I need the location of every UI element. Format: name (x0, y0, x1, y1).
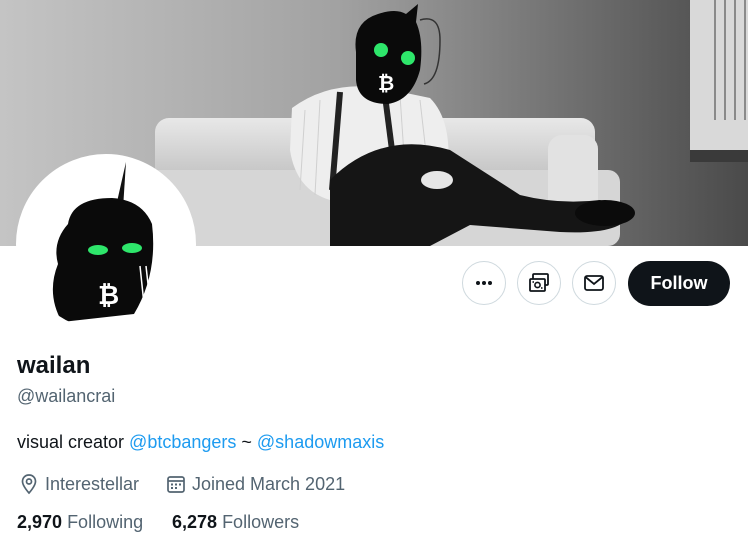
location-pin-icon (21, 474, 37, 495)
followers-link[interactable]: 6,278 Followers (172, 512, 299, 533)
location-text: Interestellar (45, 473, 140, 494)
display-name: wailan (17, 352, 91, 379)
svg-text:₿: ₿ (378, 71, 394, 95)
followers-label: Followers (222, 512, 300, 532)
svg-text:₿: ₿ (98, 281, 119, 311)
following-label: Following (67, 512, 144, 532)
subscribe-icon (529, 273, 549, 292)
envelope-icon (584, 275, 604, 291)
message-button[interactable] (572, 261, 616, 305)
user-handle: @wailancrai (17, 386, 116, 406)
avatar-image: ₿ (20, 158, 192, 330)
follow-button[interactable]: Follow (628, 261, 730, 306)
calendar-icon (167, 476, 185, 493)
following-link[interactable]: 2,970 Following (17, 512, 143, 533)
more-icon (476, 281, 492, 285)
bio-mention-shadowmaxis[interactable]: @shadowmaxis (257, 432, 384, 452)
bio-mention-btcbangers[interactable]: @btcbangers (129, 432, 236, 452)
bio-text: visual creator (17, 432, 130, 452)
followers-count: 6,278 (172, 512, 218, 532)
avatar[interactable]: ₿ (16, 154, 196, 334)
bio: visual creator @btcbangers ~ @shadowmaxi… (17, 432, 384, 453)
subscribe-button[interactable] (517, 261, 561, 305)
location: Interestellar (18, 473, 139, 495)
following-count: 2,970 (17, 512, 63, 532)
joined-date: Joined March 2021 (165, 473, 345, 495)
bio-separator: ~ (236, 432, 257, 452)
joined-text: Joined March 2021 (192, 473, 346, 494)
more-options-button[interactable] (462, 261, 506, 305)
